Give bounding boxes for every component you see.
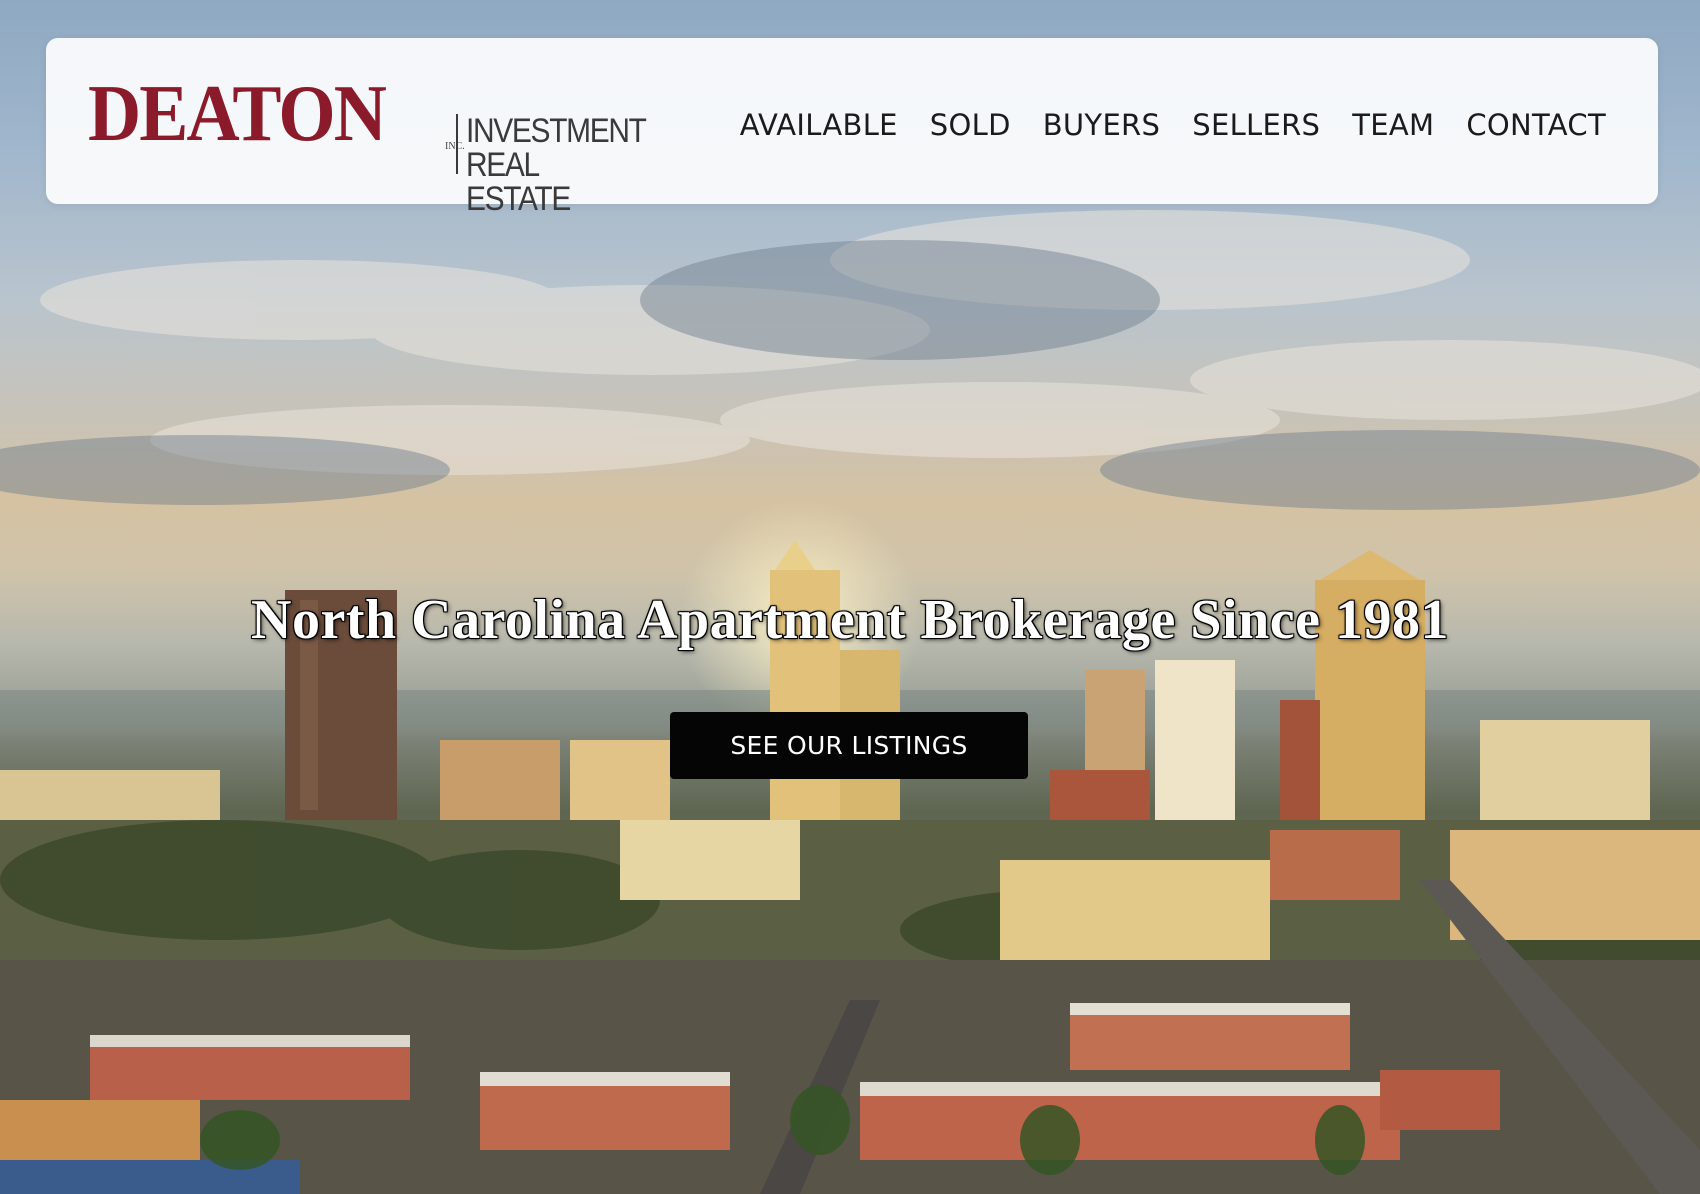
- brand-sub-line1: INVESTMENT: [466, 112, 647, 150]
- nav-available[interactable]: AVAILABLE: [740, 108, 898, 142]
- brand-logo[interactable]: DEATON INC. INVESTMENT REAL ESTATE: [88, 70, 648, 216]
- brand-inc: INC.: [445, 141, 465, 152]
- nav-contact[interactable]: CONTACT: [1466, 108, 1606, 142]
- nav-sellers[interactable]: SELLERS: [1192, 108, 1320, 142]
- brand-name: DEATON: [88, 70, 387, 158]
- nav-sold[interactable]: SOLD: [930, 108, 1011, 142]
- brand-sub-line2: REAL ESTATE: [466, 146, 571, 218]
- site-header: DEATON INC. INVESTMENT REAL ESTATE AVAIL…: [46, 38, 1658, 216]
- nav-buyers[interactable]: BUYERS: [1043, 108, 1161, 142]
- nav-team[interactable]: TEAM: [1352, 108, 1434, 142]
- main-nav: AVAILABLE SOLD BUYERS SELLERS TEAM CONTA…: [708, 108, 1606, 142]
- see-listings-button[interactable]: SEE OUR LISTINGS: [670, 712, 1028, 779]
- logo-divider: [456, 114, 458, 174]
- hero-section: DEATON INC. INVESTMENT REAL ESTATE AVAIL…: [0, 0, 1700, 1194]
- hero-headline: North Carolina Apartment Brokerage Since…: [251, 589, 1449, 651]
